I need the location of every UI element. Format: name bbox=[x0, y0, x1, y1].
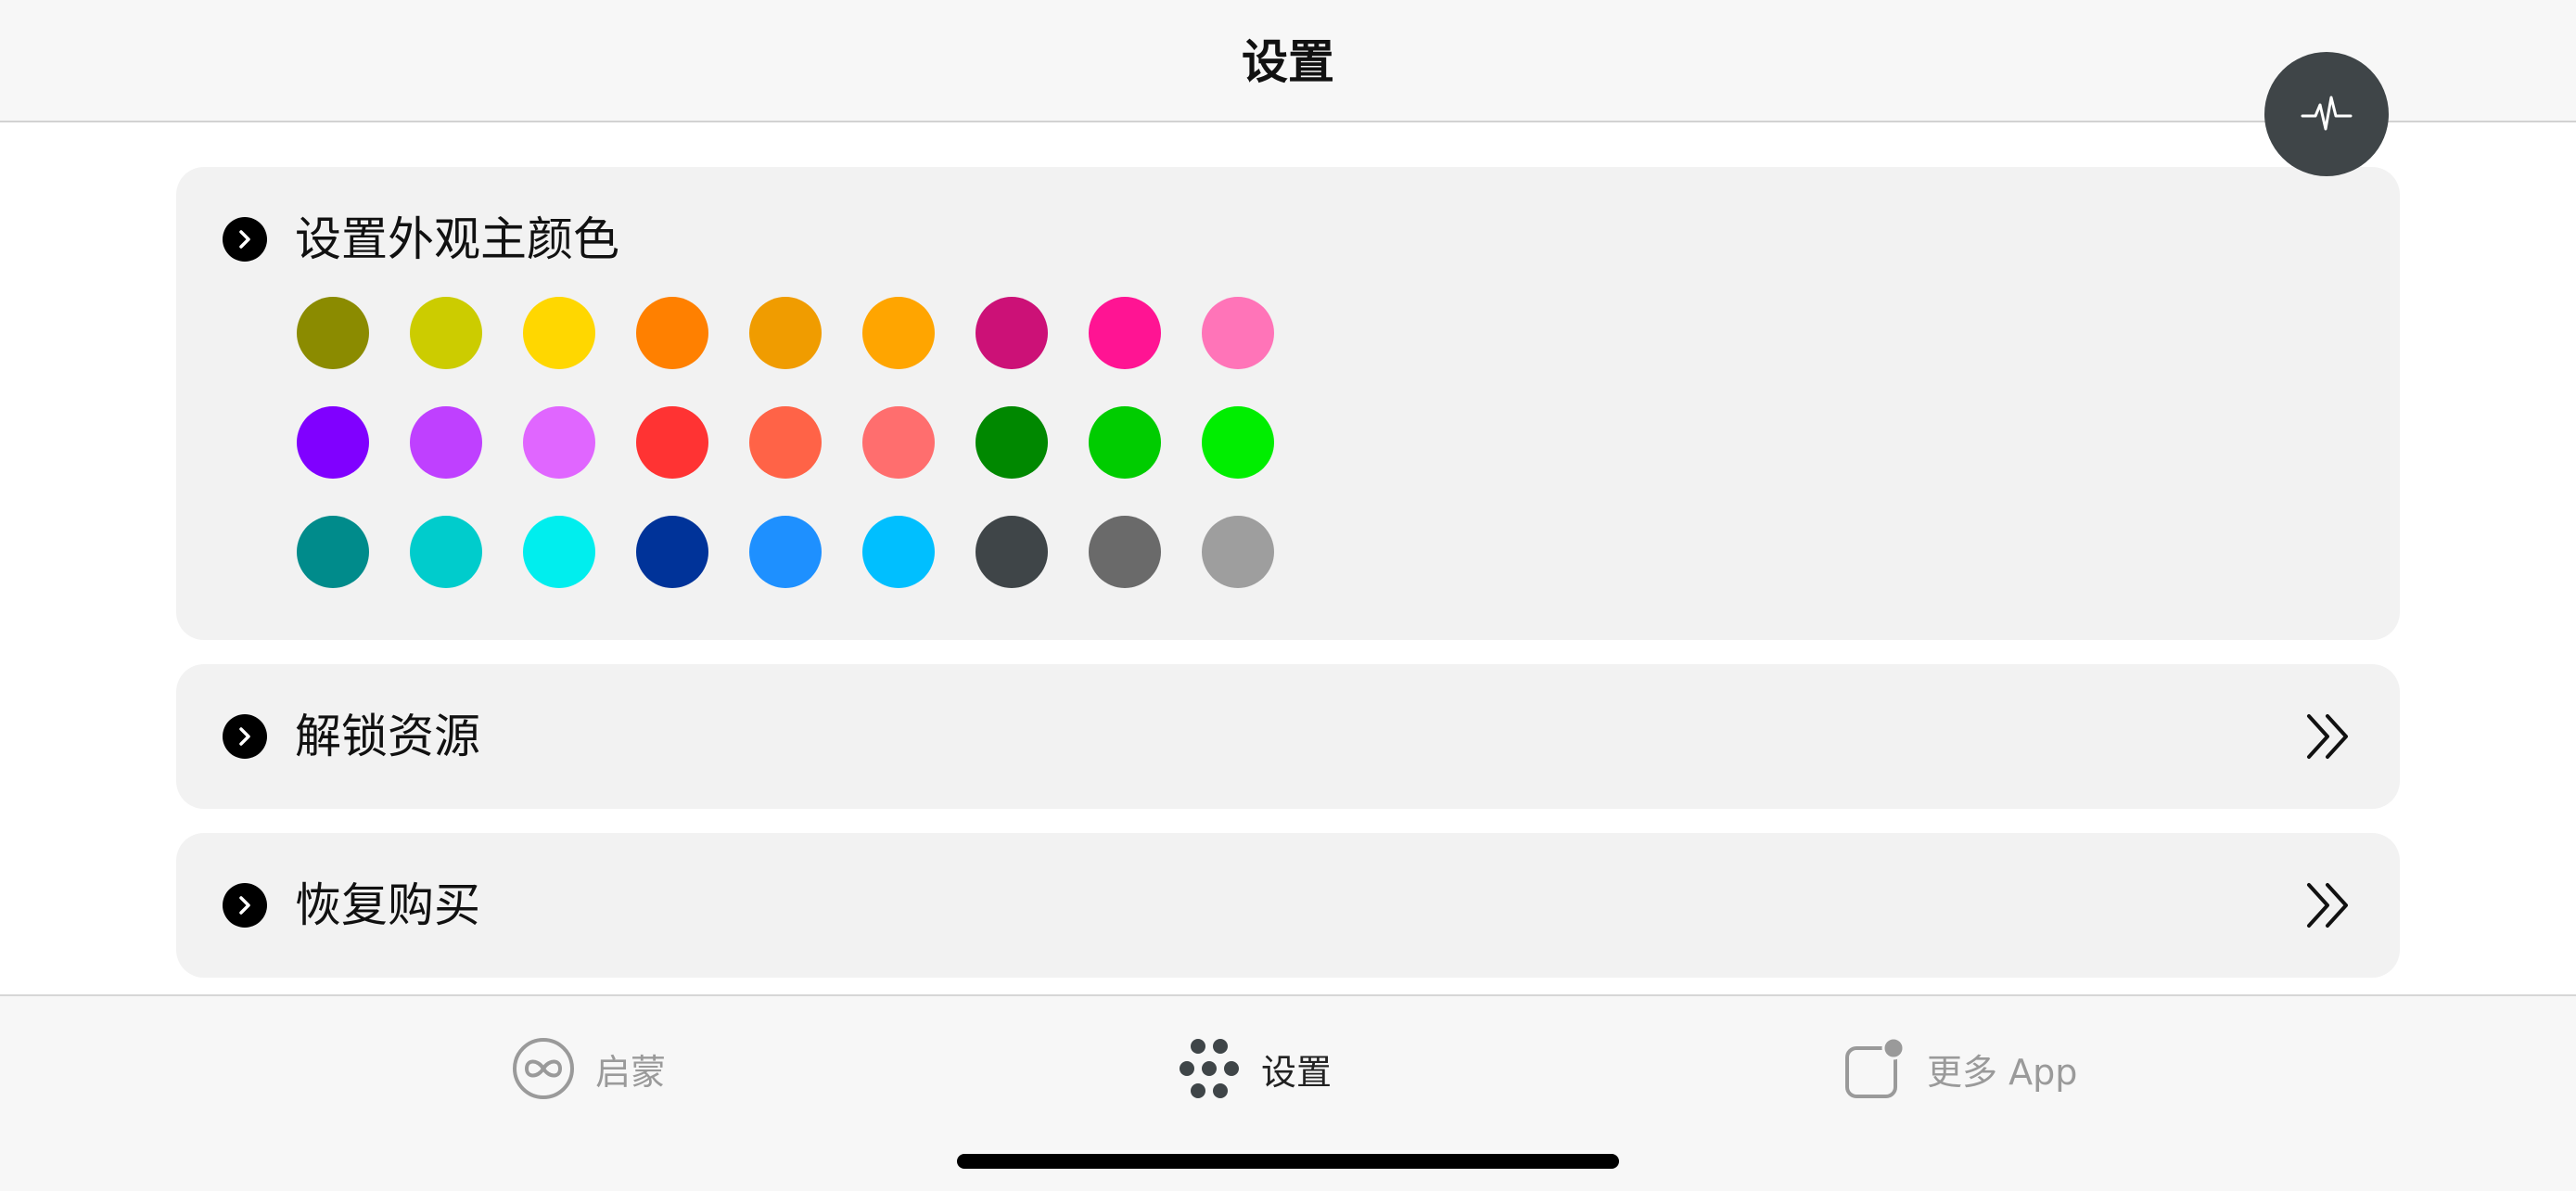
chevron-right-circle-icon bbox=[223, 883, 267, 928]
appearance-color-card: 设置外观主颜色 bbox=[176, 167, 2400, 640]
color-swatch[interactable] bbox=[862, 406, 935, 479]
page-title: 设置 bbox=[1242, 35, 1334, 89]
tab-settings[interactable]: 设置 bbox=[1178, 1035, 1332, 1102]
dots-cluster-icon bbox=[1180, 1039, 1239, 1098]
color-swatch[interactable] bbox=[976, 297, 1048, 369]
color-swatch[interactable] bbox=[1089, 406, 1161, 479]
tab-label: 设置 bbox=[1261, 1051, 1333, 1093]
chevron-right-circle-icon bbox=[223, 714, 267, 759]
tab-more-apps[interactable]: 更多 App bbox=[1843, 1035, 2077, 1102]
color-swatch[interactable] bbox=[1089, 516, 1161, 588]
color-swatch[interactable] bbox=[410, 516, 482, 588]
color-swatch[interactable] bbox=[749, 406, 822, 479]
color-swatch[interactable] bbox=[749, 297, 822, 369]
color-swatch[interactable] bbox=[1202, 406, 1274, 479]
home-indicator bbox=[957, 1154, 1619, 1169]
unlock-resources-label: 解锁资源 bbox=[295, 710, 480, 763]
app-badge-icon bbox=[1845, 1037, 1906, 1098]
color-swatch[interactable] bbox=[523, 516, 595, 588]
infinity-icon bbox=[513, 1038, 574, 1099]
color-swatch[interactable] bbox=[1089, 297, 1161, 369]
double-chevron-right-icon bbox=[2307, 714, 2348, 759]
color-swatch[interactable] bbox=[1202, 297, 1274, 369]
unlock-resources-row[interactable]: 解锁资源 bbox=[176, 664, 2400, 809]
color-swatch[interactable] bbox=[862, 516, 935, 588]
color-swatch[interactable] bbox=[749, 516, 822, 588]
tab-label: 启蒙 bbox=[595, 1051, 667, 1093]
tab-label: 更多 App bbox=[1927, 1051, 2078, 1093]
color-swatch[interactable] bbox=[523, 406, 595, 479]
color-swatch[interactable] bbox=[297, 516, 369, 588]
double-chevron-right-icon bbox=[2307, 883, 2348, 928]
color-swatch[interactable] bbox=[862, 297, 935, 369]
color-swatch[interactable] bbox=[976, 516, 1048, 588]
restore-purchases-label: 恢复购买 bbox=[295, 878, 480, 932]
color-swatch[interactable] bbox=[636, 516, 708, 588]
color-swatch[interactable] bbox=[410, 297, 482, 369]
color-swatch[interactable] bbox=[297, 297, 369, 369]
color-swatch[interactable] bbox=[410, 406, 482, 479]
floating-action-button[interactable] bbox=[2264, 52, 2389, 176]
chevron-right-circle-icon bbox=[223, 217, 267, 262]
restore-purchases-row[interactable]: 恢复购买 bbox=[176, 833, 2400, 978]
color-swatch[interactable] bbox=[1202, 516, 1274, 588]
color-swatch[interactable] bbox=[636, 406, 708, 479]
navigation-bar: 设置 bbox=[0, 0, 2576, 122]
activity-pulse-icon bbox=[2301, 96, 2353, 131]
color-swatch[interactable] bbox=[297, 406, 369, 479]
tab-qimeng[interactable]: 启蒙 bbox=[512, 1035, 666, 1102]
color-swatch[interactable] bbox=[523, 297, 595, 369]
color-swatch-grid bbox=[297, 297, 1274, 588]
color-swatch[interactable] bbox=[976, 406, 1048, 479]
appearance-color-label: 设置外观主颜色 bbox=[295, 212, 619, 266]
color-swatch[interactable] bbox=[636, 297, 708, 369]
